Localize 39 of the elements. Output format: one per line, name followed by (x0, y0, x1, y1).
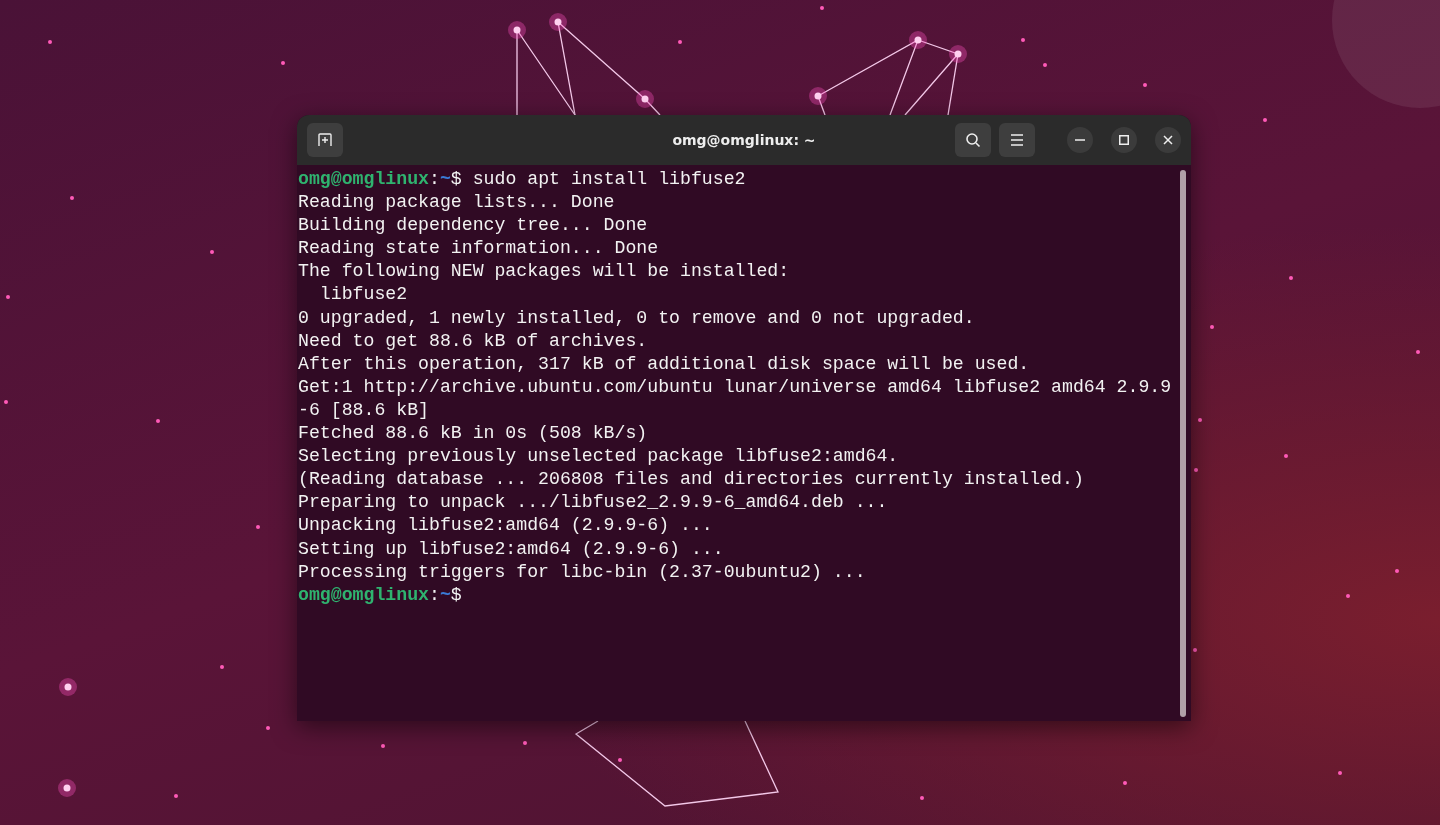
output-line: Unpacking libfuse2:amd64 (2.9.9-6) ... (298, 514, 714, 538)
output-line: After this operation, 317 kB of additional disk space will be used. (298, 352, 1031, 376)
output-line: Need to get 88.6 kB of archives. (298, 329, 649, 353)
output-line: Building dependency tree... Done (298, 214, 649, 238)
menu-icon (1010, 134, 1024, 146)
window-title: omg@omglinux: ~ (672, 132, 816, 148)
prompt-separator: : (429, 169, 440, 189)
prompt-separator: : (429, 584, 440, 605)
new-tab-icon (317, 132, 333, 148)
scrollbar[interactable] (1180, 170, 1186, 717)
maximize-button[interactable] (1111, 127, 1137, 153)
minimize-button[interactable] (1067, 127, 1093, 153)
output-line: Setting up libfuse2:amd64 (2.9.9-6) ... (298, 537, 725, 561)
output-line: The following NEW packages will be installed: (298, 260, 791, 284)
search-icon (965, 132, 981, 148)
output-line: Selecting previously unselected package libfuse2:amd64. (298, 445, 900, 469)
output-line: Processing triggers for libc-bin (2.37-0ubuntu2) ... (298, 560, 867, 584)
close-button[interactable] (1155, 127, 1181, 153)
menu-button[interactable] (999, 123, 1035, 157)
output-line: Reading package lists... Done (298, 191, 616, 215)
prompt-user-host: omg@omglinux (298, 584, 429, 605)
prompt-user-host: omg@omglinux (298, 169, 429, 189)
close-icon (1163, 135, 1173, 145)
output-line: Preparing to unpack .../libfuse2_2.9.9-6_amd64.deb ... (298, 491, 889, 515)
prompt-path: ~ (439, 584, 451, 605)
command-text: $ sudo apt install libfuse2 (450, 169, 746, 189)
prompt-path: ~ (439, 169, 451, 189)
output-line: Reading state information... Done (298, 237, 660, 261)
output-line: Get:1 http://archive.ubuntu.com/ubuntu lunar/universe amd64 libfuse2 amd64 2.9.9 (298, 375, 1173, 399)
output-line: (Reading database ... 206808 files and directories currently installed.) (298, 468, 1085, 492)
output-line: 0 upgraded, 1 newly installed, 0 to remove and 0 not upgraded. (298, 306, 976, 330)
output-line: -6 [88.6 kB] (298, 398, 430, 422)
output-line: Fetched 88.6 kB in 0s (508 kB/s) (298, 422, 649, 446)
maximize-icon (1119, 135, 1129, 145)
new-tab-button[interactable] (307, 123, 343, 157)
command-text: $ (450, 584, 462, 605)
output-line: libfuse2 (318, 283, 409, 307)
minimize-icon (1075, 139, 1085, 141)
search-button[interactable] (955, 123, 991, 157)
